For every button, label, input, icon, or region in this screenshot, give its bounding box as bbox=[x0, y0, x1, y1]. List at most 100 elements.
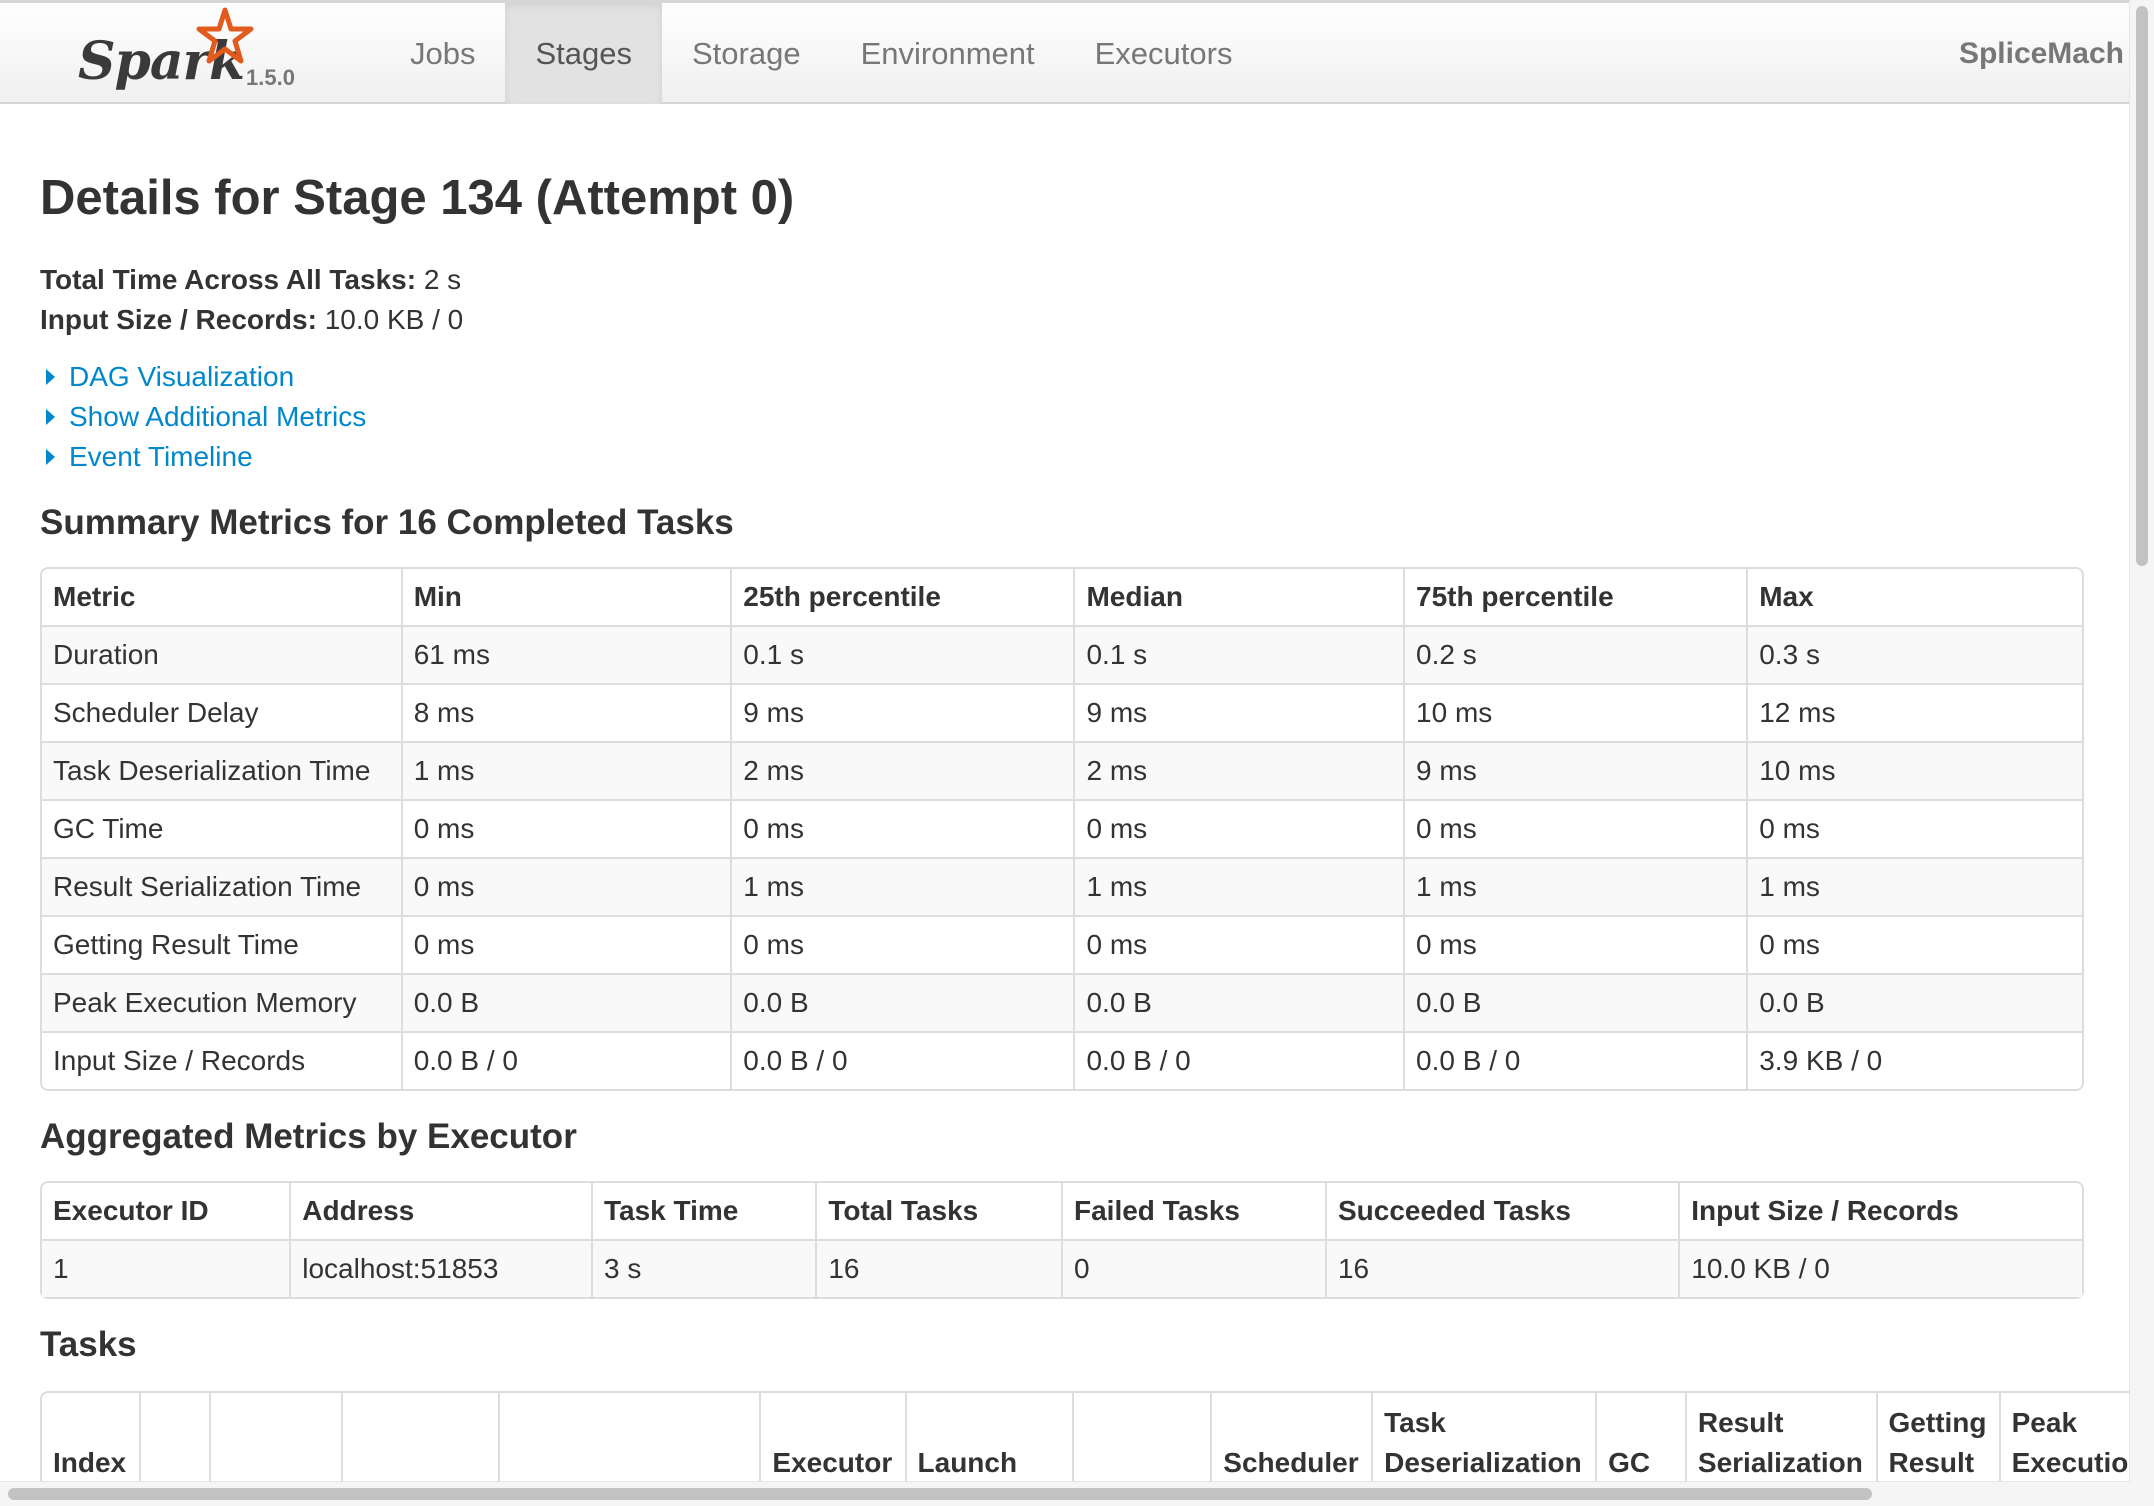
table-cell: 0.0 B bbox=[730, 973, 1074, 1031]
table-cell: 2 ms bbox=[1073, 741, 1404, 799]
column-header-address[interactable]: Address bbox=[289, 1183, 591, 1239]
table-cell: 0.1 s bbox=[730, 625, 1074, 683]
table-cell: 0.0 B / 0 bbox=[1073, 1031, 1404, 1089]
column-header-task-time[interactable]: Task Time bbox=[590, 1183, 815, 1239]
tasks-column-header[interactable]: GC bbox=[1595, 1393, 1685, 1487]
table-cell: localhost:51853 bbox=[289, 1239, 591, 1297]
nav-tab-storage[interactable]: Storage bbox=[662, 3, 831, 104]
table-cell: 0.2 s bbox=[1403, 625, 1747, 683]
column-header-executor-id[interactable]: Executor ID bbox=[42, 1183, 289, 1239]
dag-visualization-toggle[interactable]: DAG Visualization bbox=[40, 357, 2084, 397]
horizontal-scrollbar-thumb[interactable] bbox=[8, 1488, 1872, 1500]
table-cell: Duration bbox=[42, 625, 401, 683]
header-line: Result bbox=[1888, 1447, 1975, 1478]
header-line bbox=[354, 1443, 487, 1483]
table-cell: 16 bbox=[1324, 1239, 1679, 1297]
header-line bbox=[152, 1443, 199, 1483]
column-header-75th-percentile[interactable]: 75th percentile bbox=[1403, 569, 1746, 625]
table-cell: 1 bbox=[42, 1239, 290, 1297]
table-cell: 1 ms bbox=[400, 741, 731, 799]
tasks-column-header[interactable]: Peak Execution bbox=[1998, 1393, 2130, 1487]
input-size-label: Input Size / Records: bbox=[40, 304, 317, 335]
table-cell: 10 ms bbox=[1403, 683, 1747, 741]
header-line: Task bbox=[1384, 1407, 1446, 1438]
column-header-metric[interactable]: Metric bbox=[42, 569, 401, 625]
table-cell: 0 ms bbox=[400, 915, 731, 973]
column-header-median[interactable]: Median bbox=[1073, 569, 1403, 625]
table-cell: 3.9 KB / 0 bbox=[1746, 1031, 2082, 1089]
vertical-scrollbar-thumb[interactable] bbox=[2136, 6, 2148, 566]
vertical-scrollbar[interactable] bbox=[2129, 0, 2154, 1506]
input-size-item: Input Size / Records: 10.0 KB / 0 bbox=[40, 300, 2084, 340]
table-cell: 0 ms bbox=[730, 799, 1074, 857]
table-cell: 0 ms bbox=[1073, 799, 1404, 857]
tasks-table-viewport: Index Executor Launch Scheduler Task Deser… bbox=[40, 1391, 2130, 1491]
table-cell: 0 bbox=[1060, 1239, 1325, 1297]
column-header-input-size-records[interactable]: Input Size / Records bbox=[1678, 1183, 2082, 1239]
table-cell: Result Serialization Time bbox=[42, 857, 401, 915]
header-line bbox=[1608, 1403, 1674, 1443]
table-row: Duration 61 ms 0.1 s 0.1 s 0.2 s 0.3 s bbox=[42, 625, 2082, 683]
column-header-failed-tasks[interactable]: Failed Tasks bbox=[1060, 1183, 1325, 1239]
column-header-min[interactable]: Min bbox=[400, 569, 731, 625]
page-title: Details for Stage 134 (Attempt 0) bbox=[40, 171, 795, 225]
tasks-column-header[interactable] bbox=[138, 1393, 210, 1487]
tasks-column-header[interactable]: Executor bbox=[759, 1393, 904, 1487]
tasks-column-header[interactable] bbox=[340, 1393, 498, 1487]
input-size-value: 10.0 KB / 0 bbox=[324, 304, 464, 335]
table-row: Peak Execution Memory 0.0 B 0.0 B 0.0 B 0.0 … bbox=[42, 973, 2082, 1031]
column-header-total-tasks[interactable]: Total Tasks bbox=[815, 1183, 1061, 1239]
column-header-max[interactable]: Max bbox=[1746, 569, 2082, 625]
tasks-column-header[interactable] bbox=[1072, 1393, 1210, 1487]
table-cell: 10.0 KB / 0 bbox=[1678, 1239, 2082, 1297]
tasks-column-header[interactable]: Task Deserialization bbox=[1371, 1393, 1595, 1487]
nav-tab-executors[interactable]: Executors bbox=[1065, 3, 1263, 104]
main-content: Details for Stage 134 (Attempt 0) Total … bbox=[40, 104, 2130, 1491]
header-line: Execution bbox=[2011, 1447, 2130, 1478]
table-row: Input Size / Records 0.0 B / 0 0.0 B / 0 0.… bbox=[42, 1031, 2082, 1089]
tasks-column-header[interactable]: Getting Result bbox=[1875, 1393, 1999, 1487]
table-cell: 0.0 B bbox=[1403, 973, 1747, 1031]
column-header-succeeded-tasks[interactable]: Succeeded Tasks bbox=[1324, 1183, 1678, 1239]
table-cell: Peak Execution Memory bbox=[42, 973, 401, 1031]
nav-tab-stages[interactable]: Stages bbox=[505, 3, 662, 104]
tasks-column-header[interactable]: Result Serialization bbox=[1684, 1393, 1876, 1487]
header-line: Deserialization bbox=[1384, 1447, 1582, 1478]
additional-metrics-toggle[interactable]: Show Additional Metrics bbox=[40, 397, 2084, 437]
table-row: Getting Result Time 0 ms 0 ms 0 ms 0 ms 0 ms bbox=[42, 915, 2082, 973]
tasks-column-header[interactable]: Launch bbox=[904, 1393, 1073, 1487]
table-cell: 9 ms bbox=[1073, 683, 1404, 741]
table-cell: 0.0 B bbox=[400, 973, 731, 1031]
stage-summary: Total Time Across All Tasks: 2 s Input S… bbox=[40, 260, 2084, 340]
tasks-column-header[interactable] bbox=[498, 1393, 759, 1487]
event-timeline-toggle[interactable]: Event Timeline bbox=[40, 437, 2084, 477]
navbar: Spark 1.5.0 Jobs Stages Storage Environment… bbox=[0, 0, 2130, 104]
table-cell: 1 ms bbox=[730, 857, 1074, 915]
header-line bbox=[1223, 1403, 1360, 1443]
table-cell: 0.0 B / 0 bbox=[400, 1031, 731, 1089]
header-line bbox=[511, 1443, 748, 1483]
header-line bbox=[1085, 1443, 1199, 1483]
tasks-column-header[interactable]: Scheduler bbox=[1210, 1393, 1371, 1487]
tasks-column-header[interactable] bbox=[209, 1393, 340, 1487]
table-cell: 0.3 s bbox=[1746, 625, 2082, 683]
table-cell: 0.0 B / 0 bbox=[1403, 1031, 1747, 1089]
table-cell: 1 ms bbox=[1073, 857, 1404, 915]
nav-tab-environment[interactable]: Environment bbox=[831, 3, 1065, 104]
table-cell: 0 ms bbox=[1403, 799, 1747, 857]
column-header-25th-percentile[interactable]: 25th percentile bbox=[730, 569, 1073, 625]
table-cell: 0 ms bbox=[400, 799, 731, 857]
table-cell: Task Deserialization Time bbox=[42, 741, 401, 799]
toggle-links: DAG Visualization Show Additional Metric… bbox=[40, 357, 2084, 477]
nav-tab-jobs[interactable]: Jobs bbox=[380, 3, 505, 104]
header-line: Peak bbox=[2011, 1407, 2078, 1438]
nav-tabs: Jobs Stages Storage Environment Executors bbox=[380, 3, 1262, 104]
header-line: Getting bbox=[1888, 1407, 1987, 1438]
caret-right-icon bbox=[46, 449, 55, 465]
table-cell: 0 ms bbox=[1746, 915, 2082, 973]
table-cell: 9 ms bbox=[1403, 741, 1747, 799]
horizontal-scrollbar[interactable] bbox=[0, 1481, 2130, 1506]
table-cell: GC Time bbox=[42, 799, 401, 857]
app-name[interactable]: SpliceMach bbox=[1959, 3, 2124, 104]
tasks-column-header[interactable]: Index bbox=[42, 1393, 139, 1487]
